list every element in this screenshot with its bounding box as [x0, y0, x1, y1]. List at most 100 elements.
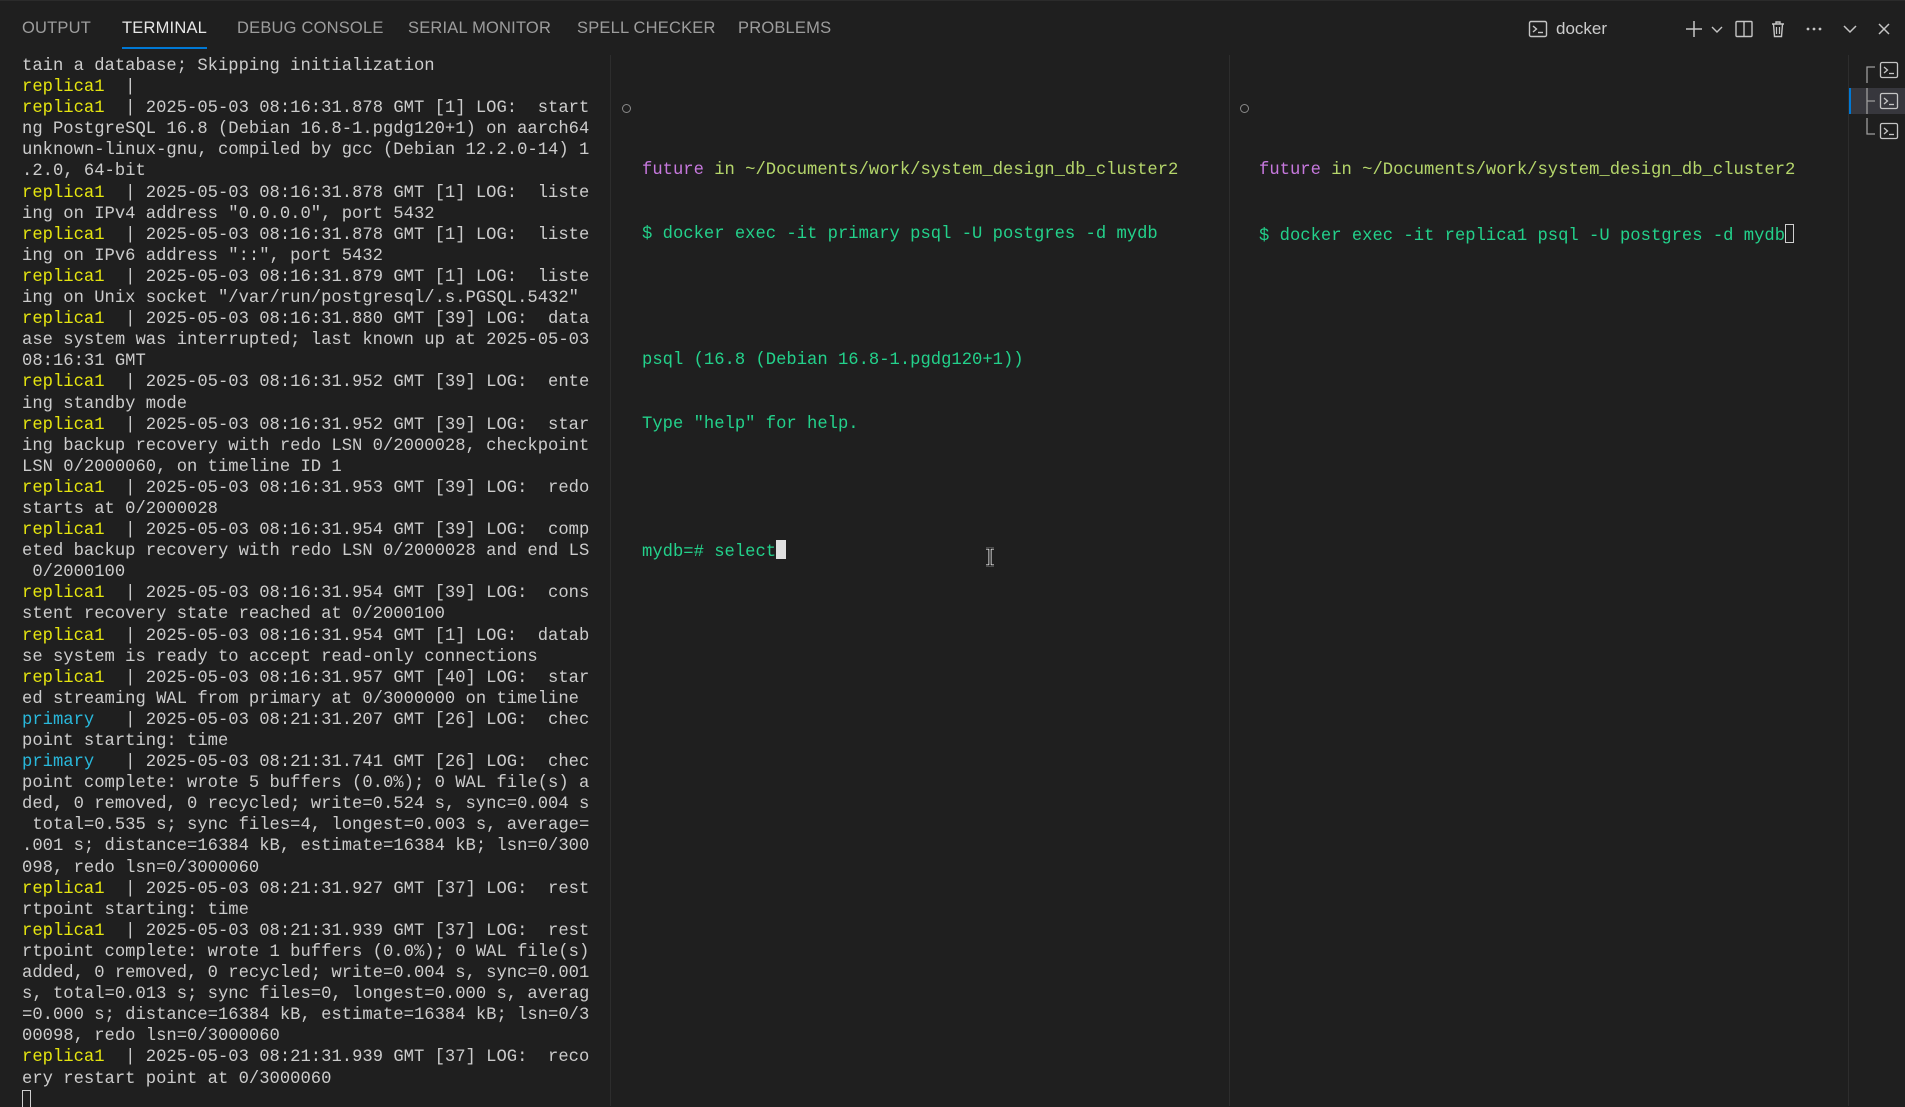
log-line: .001 s; distance=16384 kB, estimate=1638… — [22, 836, 590, 857]
split-terminal-button[interactable] — [1731, 15, 1757, 43]
log-line — [22, 1089, 590, 1107]
launch-profile-button[interactable] — [1709, 15, 1725, 43]
more-actions-button[interactable] — [1801, 15, 1827, 43]
log-text: | 2025-05-03 08:21:31.927 GMT [37] LOG: … — [125, 879, 590, 899]
log-text: | 2025-05-03 08:16:31.878 GMT [1] LOG: s… — [125, 99, 590, 119]
prompt-path: ~/Documents/work/system_design_db_cluste… — [1362, 161, 1796, 181]
pane-divider[interactable] — [610, 55, 611, 1106]
log-line: ing on Unix socket "/var/run/postgresql/… — [22, 288, 590, 309]
terminal-pane-logs[interactable]: tain a database; Skipping initialization… — [22, 56, 590, 1107]
tab-serial-monitor[interactable]: SERIAL MONITOR — [408, 19, 551, 38]
log-line: replica1 | 2025-05-03 08:16:31.952 GMT [… — [22, 372, 590, 393]
log-line: ery restart point at 0/3000060 — [22, 1069, 590, 1090]
command-line: $ docker exec -it primary psql -U postgr… — [642, 224, 1158, 244]
log-line: ing standby mode — [22, 394, 590, 415]
log-line: ing on IPv6 address "::", port 5432 — [22, 246, 590, 267]
log-line: ing on IPv4 address "0.0.0.0", port 5432 — [22, 204, 590, 225]
log-text: | 2025-05-03 08:21:31.939 GMT [37] LOG: … — [125, 1048, 590, 1068]
log-line: replica1 | 2025-05-03 08:16:31.879 GMT [… — [22, 267, 590, 288]
terminal-tabs-list — [1848, 55, 1905, 1106]
terminal-pane-primary[interactable]: future in ~/Documents/work/system_design… — [612, 55, 1222, 1106]
log-text: eted backup recovery with redo LSN 0/200… — [22, 542, 590, 562]
log-text: =0.000 s; distance=16384 kB, estimate=16… — [22, 1006, 590, 1026]
service-prefix: primary — [22, 710, 126, 730]
terminal-tree-item-1[interactable] — [1849, 57, 1905, 83]
terminal-tree-item-2[interactable] — [1849, 88, 1905, 114]
service-prefix: replica1 — [22, 626, 126, 646]
log-text: tain a database; Skipping initialization — [22, 57, 435, 76]
log-line: replica1 | 2025-05-03 08:21:31.927 GMT [… — [22, 879, 590, 900]
log-text: starts at 0/2000028 — [22, 499, 218, 519]
service-prefix: replica1 — [22, 521, 126, 541]
terminal-selector[interactable]: docker — [1528, 15, 1628, 43]
log-line: replica1 | 2025-05-03 08:16:31.878 GMT [… — [22, 98, 590, 119]
log-text: ing standby mode — [22, 394, 188, 414]
log-line: stent recovery state reached at 0/200010… — [22, 604, 590, 625]
tab-terminal[interactable]: TERMINAL — [122, 19, 208, 49]
prompt-in: in — [1320, 161, 1363, 181]
log-text: ery restart point at 0/3000060 — [22, 1069, 332, 1089]
tab-output[interactable]: OUTPUT — [22, 19, 91, 38]
tree-branch-icon — [1866, 66, 1875, 83]
terminal-pane-replica[interactable]: future in ~/Documents/work/system_design… — [1230, 55, 1840, 1106]
terminal-tree-item-3[interactable] — [1849, 118, 1905, 144]
prompt-user: future — [642, 161, 704, 181]
log-text: se system is ready to accept read-only c… — [22, 647, 538, 667]
log-line: primary | 2025-05-03 08:21:31.207 GMT [2… — [22, 710, 590, 731]
close-panel-button[interactable] — [1871, 15, 1897, 43]
log-text: added, 0 removed, 0 recycled; write=0.00… — [22, 964, 590, 984]
service-prefix: replica1 — [22, 78, 126, 98]
log-line: replica1 | 2025-05-03 08:16:31.954 GMT [… — [22, 520, 590, 541]
log-text: | 2025-05-03 08:16:31.957 GMT [40] LOG: … — [125, 668, 590, 688]
maximize-panel-button[interactable] — [1837, 15, 1863, 43]
service-prefix: primary — [22, 753, 126, 773]
log-line: replica1 | 2025-05-03 08:21:31.939 GMT [… — [22, 921, 590, 942]
log-text: .001 s; distance=16384 kB, estimate=1638… — [22, 837, 590, 857]
log-text: | 2025-05-03 08:16:31.954 GMT [1] LOG: d… — [125, 626, 590, 646]
log-text: ing on IPv6 address "::", port 5432 — [22, 246, 383, 266]
log-line: 0/2000100 — [22, 562, 590, 583]
log-line: replica1 | 2025-05-03 08:16:31.954 GMT [… — [22, 583, 590, 604]
log-text: rtpoint complete: wrote 1 buffers (0.0%)… — [22, 942, 590, 962]
log-text: | 2025-05-03 08:21:31.939 GMT [37] LOG: … — [125, 921, 590, 941]
log-text: unknown-linux-gnu, compiled by gcc (Debi… — [22, 141, 590, 161]
new-terminal-button[interactable] — [1681, 15, 1707, 43]
log-line: tain a database; Skipping initialization — [22, 56, 590, 77]
log-line: replica1 | 2025-05-03 08:16:31.953 GMT [… — [22, 478, 590, 499]
log-text: 0/2000100 — [22, 563, 126, 583]
log-text: | 2025-05-03 08:16:31.953 GMT [39] LOG: … — [125, 478, 590, 498]
psql-input[interactable]: select — [714, 543, 776, 562]
log-line: rtpoint complete: wrote 1 buffers (0.0%)… — [22, 942, 590, 963]
psql-prompt: mydb=# — [642, 543, 715, 563]
kill-terminal-button[interactable] — [1765, 15, 1791, 43]
log-line: LSN 0/2000060, on timeline ID 1 — [22, 457, 590, 478]
log-line: =0.000 s; distance=16384 kB, estimate=16… — [22, 1005, 590, 1026]
service-prefix: replica1 — [22, 310, 126, 330]
tab-spell-checker[interactable]: SPELL CHECKER — [577, 19, 716, 38]
log-text: LSN 0/2000060, on timeline ID 1 — [22, 457, 342, 477]
trash-icon — [1772, 21, 1784, 38]
command-decoration-icon[interactable] — [1240, 104, 1249, 113]
plus-icon — [1686, 21, 1702, 37]
log-text: 098, redo lsn=0/3000060 — [22, 858, 260, 878]
prompt-path: ~/Documents/work/system_design_db_cluste… — [745, 161, 1179, 181]
service-prefix: replica1 — [22, 668, 126, 688]
ibeam-cursor-icon — [986, 547, 994, 567]
log-line: replica1 | — [22, 77, 590, 98]
service-prefix: replica1 — [22, 921, 126, 941]
log-line: ded, 0 removed, 0 recycled; write=0.524 … — [22, 794, 590, 815]
log-text: | 2025-05-03 08:16:31.954 GMT [39] LOG: … — [125, 584, 590, 604]
tree-branch-icon — [1866, 118, 1875, 135]
tab-debug-console[interactable]: DEBUG CONSOLE — [237, 19, 384, 38]
log-text: ase system was interrupted; last known u… — [22, 331, 590, 351]
tree-branch-icon — [1866, 88, 1875, 114]
command-decoration-icon[interactable] — [622, 104, 631, 113]
log-line: total=0.535 s; sync files=4, longest=0.0… — [22, 815, 590, 836]
tab-problems[interactable]: PROBLEMS — [738, 19, 831, 38]
service-prefix: replica1 — [22, 584, 126, 604]
log-line: ng PostgreSQL 16.8 (Debian 16.8-1.pgdg12… — [22, 119, 590, 140]
prompt-in: in — [703, 161, 746, 181]
text-cursor — [22, 1089, 31, 1107]
log-line: added, 0 removed, 0 recycled; write=0.00… — [22, 963, 590, 984]
log-text: 08:16:31 GMT — [22, 352, 146, 372]
